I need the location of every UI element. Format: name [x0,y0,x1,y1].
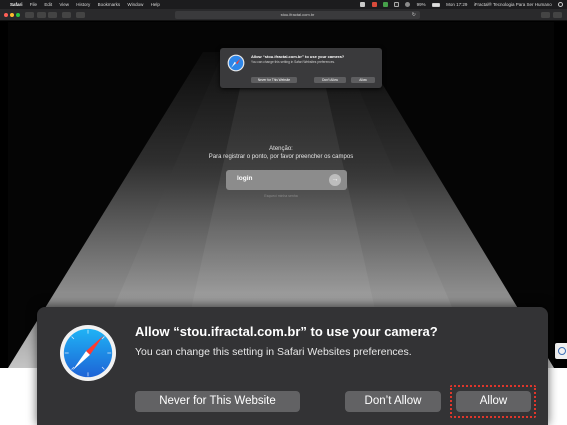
share-button[interactable] [541,12,550,18]
mini-permission-prompt: Allow “stou.ifractal.com.br” to use your… [220,48,382,88]
status-app-icon[interactable] [394,2,400,8]
address-text: stou.ifractal.com.br [280,12,315,17]
location-icon[interactable] [360,2,366,8]
camera-permission-prompt: Allow “stou.ifractal.com.br” to use your… [37,307,548,425]
sidebar-button[interactable] [25,12,34,18]
login-label: login [237,175,253,182]
battery-icon[interactable] [431,2,440,7]
mini-dont-allow-button[interactable]: Don’t Allow [314,77,346,83]
dont-allow-button[interactable]: Don’t Allow [345,391,441,412]
menu-view[interactable]: View [59,2,69,7]
never-for-this-website-button[interactable]: Never for This Website [135,391,300,412]
battery-percent[interactable]: 99% [417,2,426,7]
allow-button[interactable]: Allow [456,391,531,412]
minimize-window-button[interactable] [10,13,14,17]
tab-overview-button[interactable] [76,12,85,18]
menu-edit[interactable]: Edit [44,2,52,7]
menu-window[interactable]: Window [127,2,143,7]
back-button[interactable] [37,12,46,18]
clock[interactable]: Mon 17:29 [446,2,467,7]
attention-heading: Atenção: [269,146,293,152]
address-bar[interactable]: stou.ifractal.com.br ↻ [175,11,420,19]
arrow-right-icon: → [329,174,341,186]
menu-app-name[interactable]: Safari [10,2,23,7]
new-tab-button[interactable] [553,12,562,18]
prompt-title: Allow “stou.ifractal.com.br” to use your… [135,324,438,339]
search-icon[interactable] [558,2,563,8]
widget-icon [558,347,566,355]
menu-history[interactable]: History [76,2,90,7]
instruction-text: Para registrar o ponto, por favor preenc… [208,154,354,160]
mini-prompt-message: You can change this setting in Safari We… [251,60,335,64]
menu-file[interactable]: File [30,2,37,7]
privacy-report-button[interactable] [62,12,71,18]
profile-name[interactable]: iFractal® Tecnologia Para Ser Humano [474,2,552,7]
reload-icon[interactable]: ↻ [412,11,416,19]
side-widget[interactable] [555,343,567,359]
wifi-icon[interactable] [405,2,411,8]
menu-bar: Safari File Edit View History Bookmarks … [0,0,567,9]
menu-bookmarks[interactable]: Bookmarks [98,2,121,7]
status-app-icon[interactable] [371,2,377,8]
menu-help[interactable]: Help [151,2,160,7]
safari-compass-icon [227,54,245,72]
forward-button[interactable] [48,12,57,18]
safari-compass-icon [59,324,117,382]
close-window-button[interactable] [4,13,8,17]
prompt-message: You can change this setting in Safari We… [135,346,412,358]
zoom-window-button[interactable] [16,13,20,17]
browser-toolbar: stou.ifractal.com.br ↻ [0,9,567,21]
login-button[interactable]: login → [226,170,347,190]
forgot-password-link[interactable]: Esqueci minha senha [8,194,554,198]
mini-prompt-title: Allow “stou.ifractal.com.br” to use your… [251,54,345,59]
status-app-icon[interactable] [382,2,388,8]
mini-never-button[interactable]: Never for This Website [251,77,297,83]
mini-allow-button[interactable]: Allow [351,77,375,83]
